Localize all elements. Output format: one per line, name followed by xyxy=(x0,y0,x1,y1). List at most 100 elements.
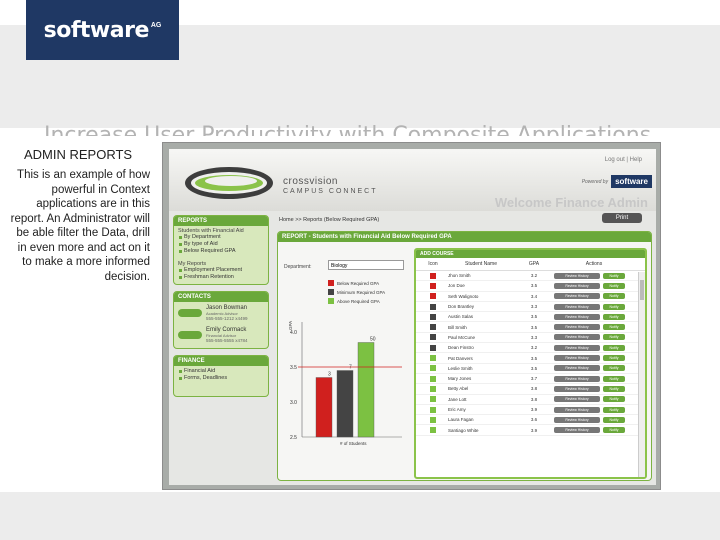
review-history-button[interactable]: Review History xyxy=(554,324,600,331)
student-name[interactable]: Seth Walignoto xyxy=(448,294,514,299)
student-name[interactable]: Mary Jones xyxy=(448,376,514,381)
contact-button[interactable] xyxy=(178,331,202,339)
status-icon xyxy=(430,396,436,403)
notify-button[interactable]: Notify xyxy=(603,406,625,413)
students-aid-link[interactable]: Students with Financial Aid xyxy=(174,226,268,234)
student-name[interactable]: Dean Finstro xyxy=(448,345,514,350)
notify-button[interactable]: Notify xyxy=(603,365,625,372)
app-brand-sub: CAMPUS CONNECT xyxy=(283,188,378,195)
app-brand: crossvision xyxy=(283,176,338,187)
student-name[interactable]: Betty Abel xyxy=(448,386,514,391)
review-history-button[interactable]: Review History xyxy=(554,344,600,351)
student-name[interactable]: Leslie Smith xyxy=(448,366,514,371)
student-name[interactable]: Laura Fagan xyxy=(448,417,514,422)
row-actions: Review History Notify xyxy=(554,396,634,403)
notify-button[interactable]: Notify xyxy=(603,272,625,279)
student-list-panel: ADD COURSE Icon Student Name GPA Actions… xyxy=(414,248,647,479)
table-row: Austin Salas 3.5 Review History Notify xyxy=(416,312,645,323)
nav-item-financial-aid[interactable]: Financial Aid xyxy=(174,368,268,375)
student-gpa: 3.9 xyxy=(530,407,538,412)
notify-button[interactable]: Notify xyxy=(603,416,625,423)
notify-button[interactable]: Notify xyxy=(603,375,625,382)
student-name[interactable]: Santiago White xyxy=(448,428,514,433)
student-gpa: 3.2 xyxy=(530,345,538,351)
notify-button[interactable]: Notify xyxy=(603,303,625,310)
student-gpa: 3.5 xyxy=(530,283,538,289)
review-history-button[interactable]: Review History xyxy=(554,406,600,413)
review-history-button[interactable]: Review History xyxy=(554,365,600,372)
notify-button[interactable]: Notify xyxy=(603,293,625,300)
powered-by: Powered by software xyxy=(582,175,652,188)
nav-item-below-required-gpa[interactable]: Below Required GPA xyxy=(174,248,268,255)
print-button[interactable]: Print xyxy=(602,213,642,223)
review-history-button[interactable]: Review History xyxy=(554,385,600,392)
student-name[interactable]: Jhon Smith xyxy=(448,273,514,278)
student-gpa: 3.8 xyxy=(530,396,538,402)
nav-item-by-type-of-aid[interactable]: By type of Aid xyxy=(174,241,268,248)
nav-item-freshman-retention[interactable]: Freshman Retention xyxy=(174,274,268,284)
review-history-button[interactable]: Review History xyxy=(554,396,600,403)
table-row: Don Brantley 3.3 Review History Notify xyxy=(416,302,645,313)
student-name[interactable]: Pat Danvers xyxy=(448,356,514,361)
row-actions: Review History Notify xyxy=(554,272,634,279)
review-history-button[interactable]: Review History xyxy=(554,427,600,434)
nav-item-by-department[interactable]: By Department xyxy=(174,234,268,241)
top-links[interactable]: Log out | Help xyxy=(605,157,642,163)
notify-button[interactable]: Notify xyxy=(603,385,625,392)
finance-box: FINANCE Financial Aid Forms, Deadlines xyxy=(173,355,269,397)
row-actions: Review History Notify xyxy=(554,293,634,300)
app-screenshot: crossvision CAMPUS CONNECT Log out | Hel… xyxy=(162,142,661,490)
notify-button[interactable]: Notify xyxy=(603,427,625,434)
student-name[interactable]: Jon Doe xyxy=(448,283,514,288)
notify-button[interactable]: Notify xyxy=(603,282,625,289)
student-gpa: 3.9 xyxy=(530,427,538,433)
notify-button[interactable]: Notify xyxy=(603,396,625,403)
status-icon xyxy=(430,375,436,382)
add-course-bar[interactable]: ADD COURSE xyxy=(416,250,645,258)
notify-button[interactable]: Notify xyxy=(603,334,625,341)
status-icon xyxy=(430,293,436,300)
row-actions: Review History Notify xyxy=(554,313,634,320)
student-name[interactable]: Paul McCune xyxy=(448,335,514,340)
table-row: Jane Lott 3.8 Review History Notify xyxy=(416,395,645,405)
review-history-button[interactable]: Review History xyxy=(554,334,600,341)
student-name[interactable]: Don Brantley xyxy=(448,304,514,309)
contact-card: Emily Cormack Financial Advisor 555-555-… xyxy=(174,324,268,348)
nav-item-forms-deadlines[interactable]: Forms, Deadlines xyxy=(174,375,268,396)
student-gpa: 3.4 xyxy=(530,293,538,299)
table-row: Dean Finstro 3.2 Review History Notify xyxy=(416,343,645,354)
student-gpa: 3.5 xyxy=(530,355,538,361)
side-description: ADMIN REPORTS This is an example of how … xyxy=(6,147,152,284)
student-name[interactable]: Eric Amy xyxy=(448,407,514,412)
review-history-button[interactable]: Review History xyxy=(554,355,600,362)
review-history-button[interactable]: Review History xyxy=(554,375,600,382)
notify-button[interactable]: Notify xyxy=(603,344,625,351)
review-history-button[interactable]: Review History xyxy=(554,303,600,310)
student-name[interactable]: Jane Lott xyxy=(448,397,514,402)
chart-bar xyxy=(336,370,354,438)
status-icon xyxy=(430,303,436,310)
review-history-button[interactable]: Review History xyxy=(554,293,600,300)
contact-button[interactable] xyxy=(178,309,202,317)
side-body-text: This is an example of how powerful in Co… xyxy=(10,169,150,283)
contacts-box: CONTACTS Jason Bowman Academic Advisor 5… xyxy=(173,291,269,349)
student-name[interactable]: Bill Smith xyxy=(448,325,514,330)
status-icon xyxy=(430,416,436,423)
notify-button[interactable]: Notify xyxy=(603,355,625,362)
list-scrollbar[interactable] xyxy=(638,272,645,477)
student-gpa: 3.5 xyxy=(530,324,538,330)
scroll-thumb[interactable] xyxy=(640,280,644,300)
notify-button[interactable]: Notify xyxy=(603,313,625,320)
review-history-button[interactable]: Review History xyxy=(554,313,600,320)
row-actions: Review History Notify xyxy=(554,282,634,289)
review-history-button[interactable]: Review History xyxy=(554,416,600,423)
review-history-button[interactable]: Review History xyxy=(554,272,600,279)
student-name[interactable]: Austin Salas xyxy=(448,314,514,319)
my-reports-link[interactable]: My Reports xyxy=(174,259,268,267)
logo-ag: AG xyxy=(150,21,162,29)
notify-button[interactable]: Notify xyxy=(603,324,625,331)
nav-item-employment-placement[interactable]: Employment Placement xyxy=(174,267,268,274)
status-icon xyxy=(430,334,436,341)
student-rows: Jhon Smith 3.2 Review History Notify Jon Doe… xyxy=(416,271,645,436)
review-history-button[interactable]: Review History xyxy=(554,282,600,289)
